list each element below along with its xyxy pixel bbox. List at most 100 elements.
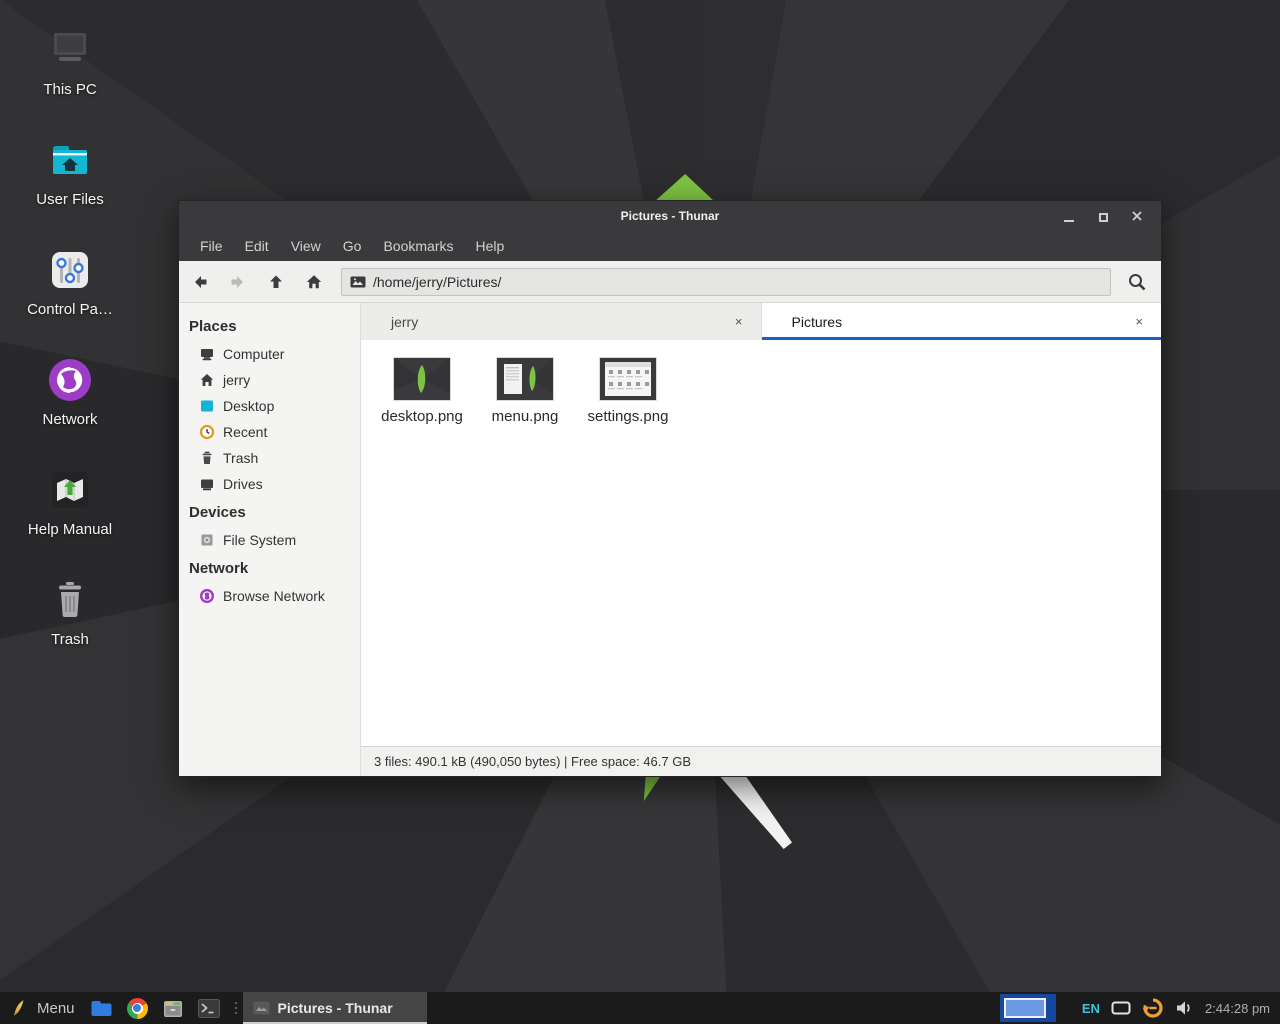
trash-icon (199, 450, 215, 466)
search-button[interactable] (1119, 265, 1155, 299)
desktop-icon-label: Trash (51, 631, 89, 648)
desktop-icon-label: User Files (36, 191, 104, 208)
tab-label: jerry (391, 314, 418, 330)
chrome-launcher[interactable] (120, 992, 155, 1024)
menu-bookmarks[interactable]: Bookmarks (372, 231, 464, 261)
toolbar: /home/jerry/Pictures/ (179, 261, 1161, 303)
menu-file[interactable]: File (189, 231, 234, 261)
file-menu-png[interactable]: menu.png (475, 350, 575, 425)
up-button[interactable] (257, 265, 295, 299)
sidebar-item-label: Drives (223, 476, 263, 492)
sidebar-item-browse-network[interactable]: Browse Network (179, 583, 360, 609)
forward-button[interactable] (219, 265, 257, 299)
sidebar: Places Computer jerry Desktop Recent Tra… (179, 303, 361, 776)
file-name: desktop.png (381, 408, 463, 425)
menu-view[interactable]: View (280, 231, 332, 261)
computer-icon (46, 26, 94, 74)
home-button[interactable] (295, 265, 333, 299)
clock-icon (199, 424, 215, 440)
back-arrow-icon (191, 273, 209, 291)
desktop-icon-this-pc[interactable]: This PC (0, 26, 140, 98)
file-desktop-png[interactable]: desktop.png (372, 350, 472, 425)
taskbar: Menu Pictures - Thunar EN 2:44:28 pm (0, 992, 1280, 1024)
desktop-icon-label: Network (42, 411, 97, 428)
clock[interactable]: 2:44:28 pm (1205, 1001, 1270, 1016)
file-manager-launcher[interactable] (83, 992, 120, 1024)
menu-go[interactable]: Go (332, 231, 373, 261)
back-button[interactable] (181, 265, 219, 299)
window-controls (1063, 210, 1161, 222)
globe-icon (199, 588, 215, 604)
chrome-icon (127, 998, 148, 1019)
sidebar-header-network: Network (179, 553, 360, 583)
desktop-icon-network[interactable]: Network (0, 356, 140, 428)
task-button-label: Pictures - Thunar (278, 1000, 393, 1016)
workspace-switcher[interactable] (1000, 994, 1056, 1022)
menubar: File Edit View Go Bookmarks Help (179, 231, 1161, 261)
volume-icon[interactable] (1175, 999, 1194, 1017)
desktop-icon-trash[interactable]: Trash (0, 576, 140, 648)
tab-label: Pictures (792, 314, 843, 330)
sidebar-item-label: Computer (223, 346, 284, 362)
menu-edit[interactable]: Edit (234, 231, 280, 261)
desktop-icon-label: Help Manual (28, 521, 112, 538)
status-bar: 3 files: 490.1 kB (490,050 bytes) | Free… (361, 746, 1161, 776)
computer-icon (199, 346, 215, 362)
terminal-launcher[interactable] (191, 992, 227, 1024)
content-pane: jerry × Pictures × desktop.png menu.png (361, 303, 1161, 776)
sidebar-item-label: Desktop (223, 398, 274, 414)
path-bar[interactable]: /home/jerry/Pictures/ (341, 268, 1111, 296)
folder-icon (90, 999, 113, 1018)
terminal-icon (198, 999, 220, 1018)
app-menu-button[interactable] (0, 992, 35, 1024)
thunar-window: Pictures - Thunar File Edit View Go Book… (178, 200, 1162, 777)
update-manager-icon[interactable] (1142, 997, 1164, 1019)
tab-jerry[interactable]: jerry × (361, 303, 762, 340)
titlebar[interactable]: Pictures - Thunar (179, 201, 1161, 231)
panel-grip-handle[interactable] (227, 1002, 243, 1014)
maximize-icon[interactable] (1097, 210, 1109, 222)
forward-arrow-icon (229, 273, 247, 291)
desktop-icon-user-files[interactable]: User Files (0, 136, 140, 208)
menu-help[interactable]: Help (465, 231, 516, 261)
sidebar-item-label: File System (223, 532, 296, 548)
active-workspace (1004, 998, 1046, 1018)
sidebar-header-places: Places (179, 311, 360, 341)
drive-icon (199, 476, 215, 492)
desktop-icon-label: This PC (43, 81, 96, 98)
sidebar-item-drives[interactable]: Drives (179, 471, 360, 497)
search-icon (1127, 272, 1147, 292)
sidebar-item-label: jerry (223, 372, 250, 388)
home-icon (305, 273, 323, 291)
minimize-icon[interactable] (1063, 210, 1075, 222)
up-arrow-icon (267, 273, 285, 291)
file-settings-png[interactable]: settings.png (578, 350, 678, 425)
file-grid: desktop.png menu.png settings.png (361, 340, 1161, 746)
window-title: Pictures - Thunar (179, 209, 1161, 223)
hard-disk-icon (199, 532, 215, 548)
menu-button-label[interactable]: Menu (35, 1000, 83, 1017)
sidebar-item-recent[interactable]: Recent (179, 419, 360, 445)
network-globe-icon (46, 356, 94, 404)
display-icon[interactable] (1111, 1000, 1131, 1016)
close-icon[interactable] (1131, 210, 1143, 222)
folder-home-icon (46, 136, 94, 184)
desktop-icon-label: Control Pa… (27, 301, 113, 318)
desktop-icon-control-panel[interactable]: Control Pa… (0, 246, 140, 318)
sidebar-item-trash[interactable]: Trash (179, 445, 360, 471)
tab-close-icon[interactable]: × (731, 312, 747, 331)
sidebar-item-desktop[interactable]: Desktop (179, 393, 360, 419)
taskbar-window-button[interactable]: Pictures - Thunar (243, 992, 427, 1024)
sidebar-item-jerry[interactable]: jerry (179, 367, 360, 393)
image-thumbnail (394, 358, 450, 400)
sidebar-item-label: Browse Network (223, 588, 325, 604)
sidebar-item-file-system[interactable]: File System (179, 527, 360, 553)
archive-launcher[interactable] (155, 992, 191, 1024)
keyboard-layout-indicator[interactable]: EN (1082, 1001, 1100, 1016)
home-icon (199, 372, 215, 388)
tab-close-icon[interactable]: × (1131, 312, 1147, 331)
desktop-icon-help-manual[interactable]: Help Manual (0, 466, 140, 538)
system-tray: EN 2:44:28 pm (1082, 997, 1280, 1019)
sidebar-item-computer[interactable]: Computer (179, 341, 360, 367)
tab-pictures[interactable]: Pictures × (762, 303, 1162, 340)
